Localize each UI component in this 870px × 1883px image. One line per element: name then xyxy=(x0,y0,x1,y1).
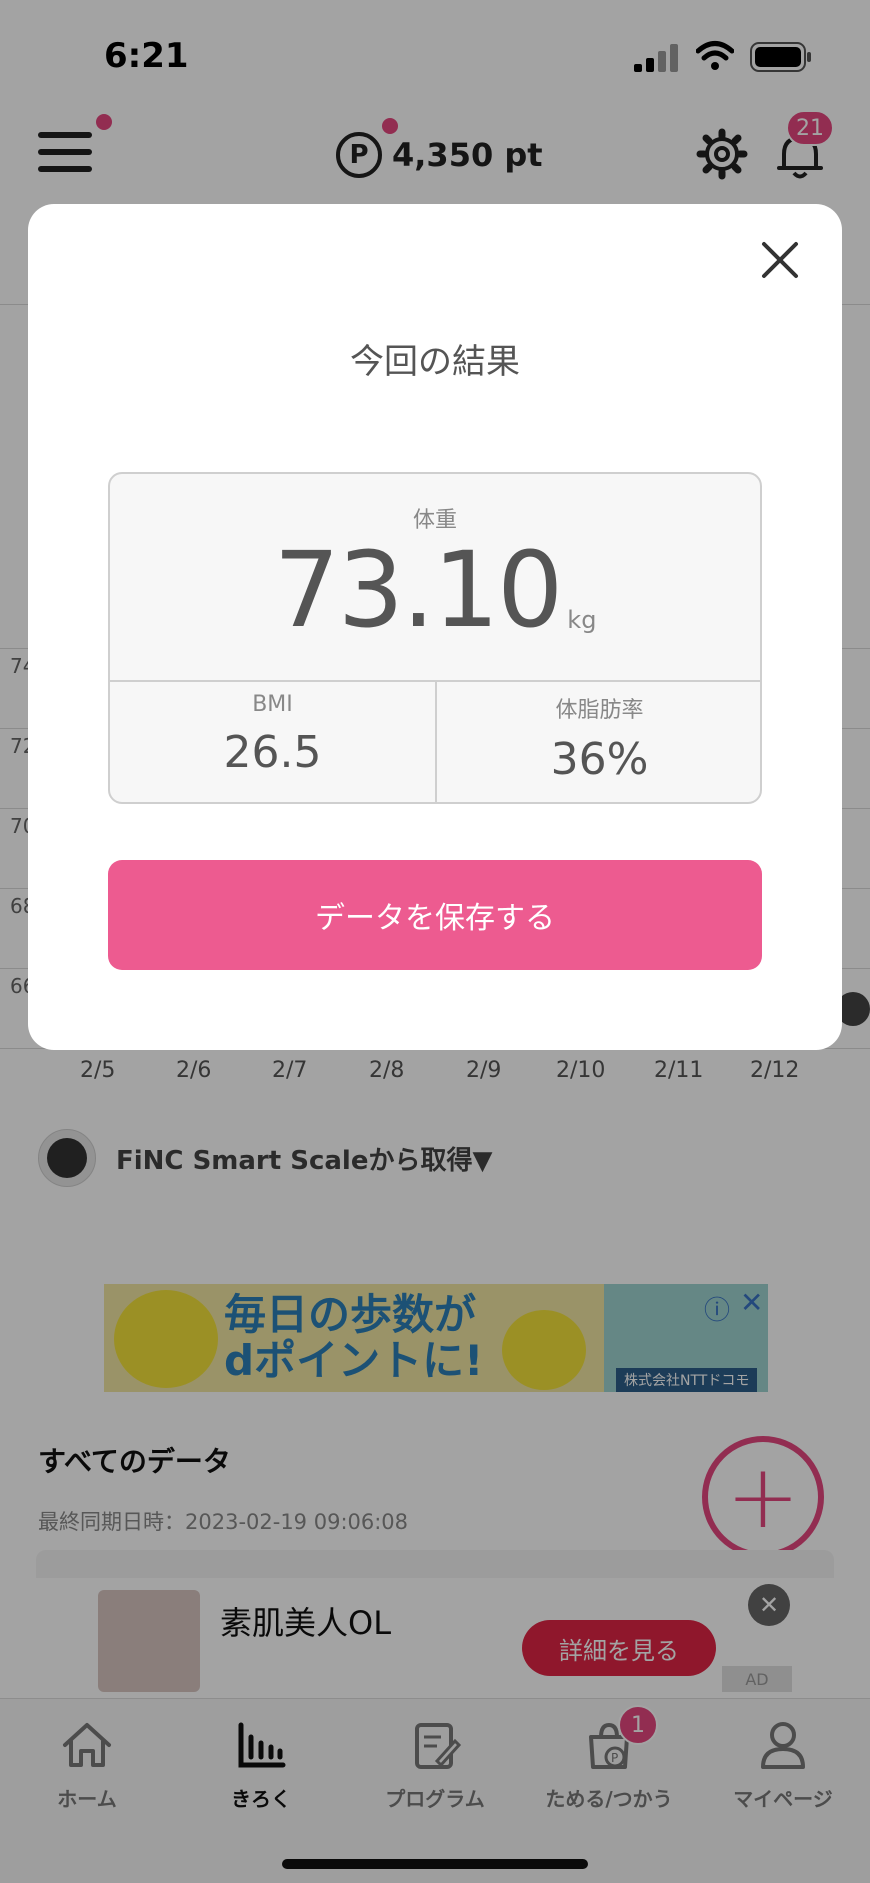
body-fat-value: 36% xyxy=(550,734,649,785)
bmi-value: 26.5 xyxy=(223,727,322,778)
body-fat-metric: 体脂肪率 36% xyxy=(437,692,760,785)
weight-unit: kg xyxy=(567,606,597,634)
modal-title: 今回の結果 xyxy=(350,342,520,382)
bmi-label: BMI xyxy=(252,692,293,717)
weight-value: 73.10 xyxy=(273,529,564,651)
save-data-button[interactable]: データを保存する xyxy=(108,860,762,970)
close-icon[interactable] xyxy=(748,228,812,292)
bmi-metric: BMI 26.5 xyxy=(110,692,435,778)
result-modal: 今回の結果 体重 73.10 kg BMI 26.5 体脂肪率 36% データを… xyxy=(28,204,842,1050)
result-card: 体重 73.10 kg BMI 26.5 体脂肪率 36% xyxy=(108,472,762,804)
weight-value-row: 73.10 kg xyxy=(110,538,760,642)
body-fat-label: 体脂肪率 xyxy=(555,698,644,723)
